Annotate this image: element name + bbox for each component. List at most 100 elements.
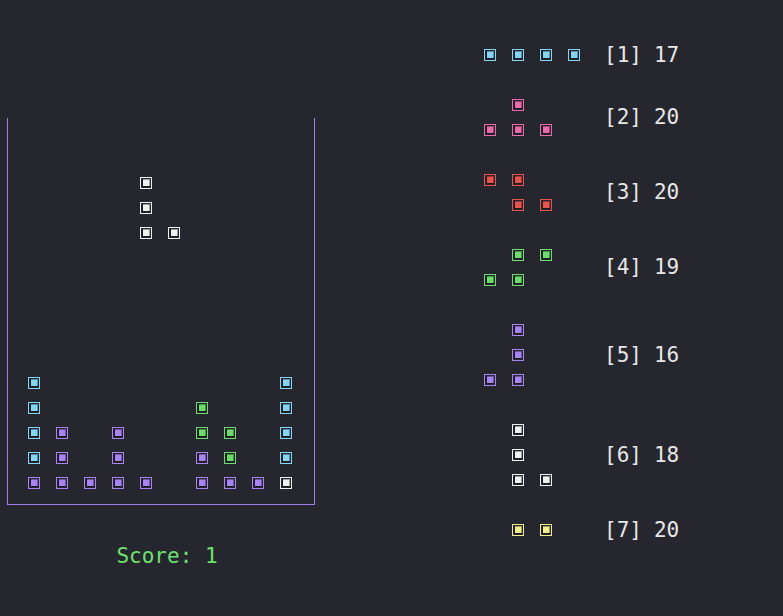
board-cell [188,445,216,470]
board-cell [104,445,132,470]
preview-cell [476,167,504,192]
board-cell [216,220,244,245]
block [512,524,524,536]
piece-stat: [4]19 [476,242,679,292]
board-cell [188,120,216,145]
board-cell [244,170,272,195]
block [224,477,236,489]
board-cell [20,345,48,370]
board-cell [272,470,300,495]
block [280,377,292,389]
preview-cell [504,517,532,542]
board-cell [20,245,48,270]
board-cell [48,295,76,320]
board-cell [132,420,160,445]
block [140,202,152,214]
preview-cell [504,192,532,217]
board-cell [76,345,104,370]
board-cell [188,270,216,295]
preview-cell [504,417,532,442]
board-cell [48,395,76,420]
preview-cell [476,192,504,217]
board-cell [272,320,300,345]
board-cell [160,195,188,220]
board-cell [216,270,244,295]
block [280,402,292,414]
board-cell [216,145,244,170]
board-cell [216,120,244,145]
board-cell [272,295,300,320]
preview-cell [532,517,560,542]
preview-cell [560,42,588,67]
board-cell [104,195,132,220]
block [540,524,552,536]
board-cell [132,220,160,245]
block [484,49,496,61]
board-cell [132,395,160,420]
board-cell [20,170,48,195]
board-cell [20,270,48,295]
board-cell [272,370,300,395]
board-cell [216,470,244,495]
board-cell [48,170,76,195]
board-cell [48,320,76,345]
preview-cell [476,42,504,67]
board-cell [160,320,188,345]
block [540,124,552,136]
preview-cell [532,242,560,267]
board-cell [132,170,160,195]
block [196,452,208,464]
block [140,477,152,489]
preview-cell [532,192,560,217]
board-cell [20,145,48,170]
block [196,477,208,489]
block [512,324,524,336]
board-cell [188,470,216,495]
piece-count: 20 [654,518,679,542]
board-cell [104,320,132,345]
board-cell [160,120,188,145]
board-cell [272,445,300,470]
board-cell [48,195,76,220]
preview-cell [476,242,504,267]
block [28,477,40,489]
board-cell [160,245,188,270]
board-cell [132,370,160,395]
block [112,427,124,439]
board-cell [216,295,244,320]
block [28,377,40,389]
preview-cell [504,467,532,492]
board-cell [48,145,76,170]
board-cell [188,395,216,420]
piece-label: [6] [604,443,642,467]
board-cell [216,245,244,270]
piece-count: 20 [654,105,679,129]
block [56,427,68,439]
block [540,474,552,486]
board-cell [104,345,132,370]
piece-stat: [3]20 [476,167,679,217]
preview-cell [504,342,532,367]
board-cell [188,345,216,370]
board-cell [244,295,272,320]
board-cell [132,120,160,145]
board-cell [188,220,216,245]
block [56,452,68,464]
block [224,427,236,439]
piece-label: [4] [604,255,642,279]
block [512,174,524,186]
piece-count: 18 [654,443,679,467]
board-cell [76,320,104,345]
board-cell [160,170,188,195]
block [512,424,524,436]
preview-cell [532,42,560,67]
preview-cell [476,317,504,342]
piece-label: [5] [604,343,642,367]
board-cell [132,195,160,220]
board-cell [20,395,48,420]
piece-label: [1] [604,43,642,67]
preview-cell [504,167,532,192]
board-cell [188,195,216,220]
block [512,124,524,136]
block [512,99,524,111]
